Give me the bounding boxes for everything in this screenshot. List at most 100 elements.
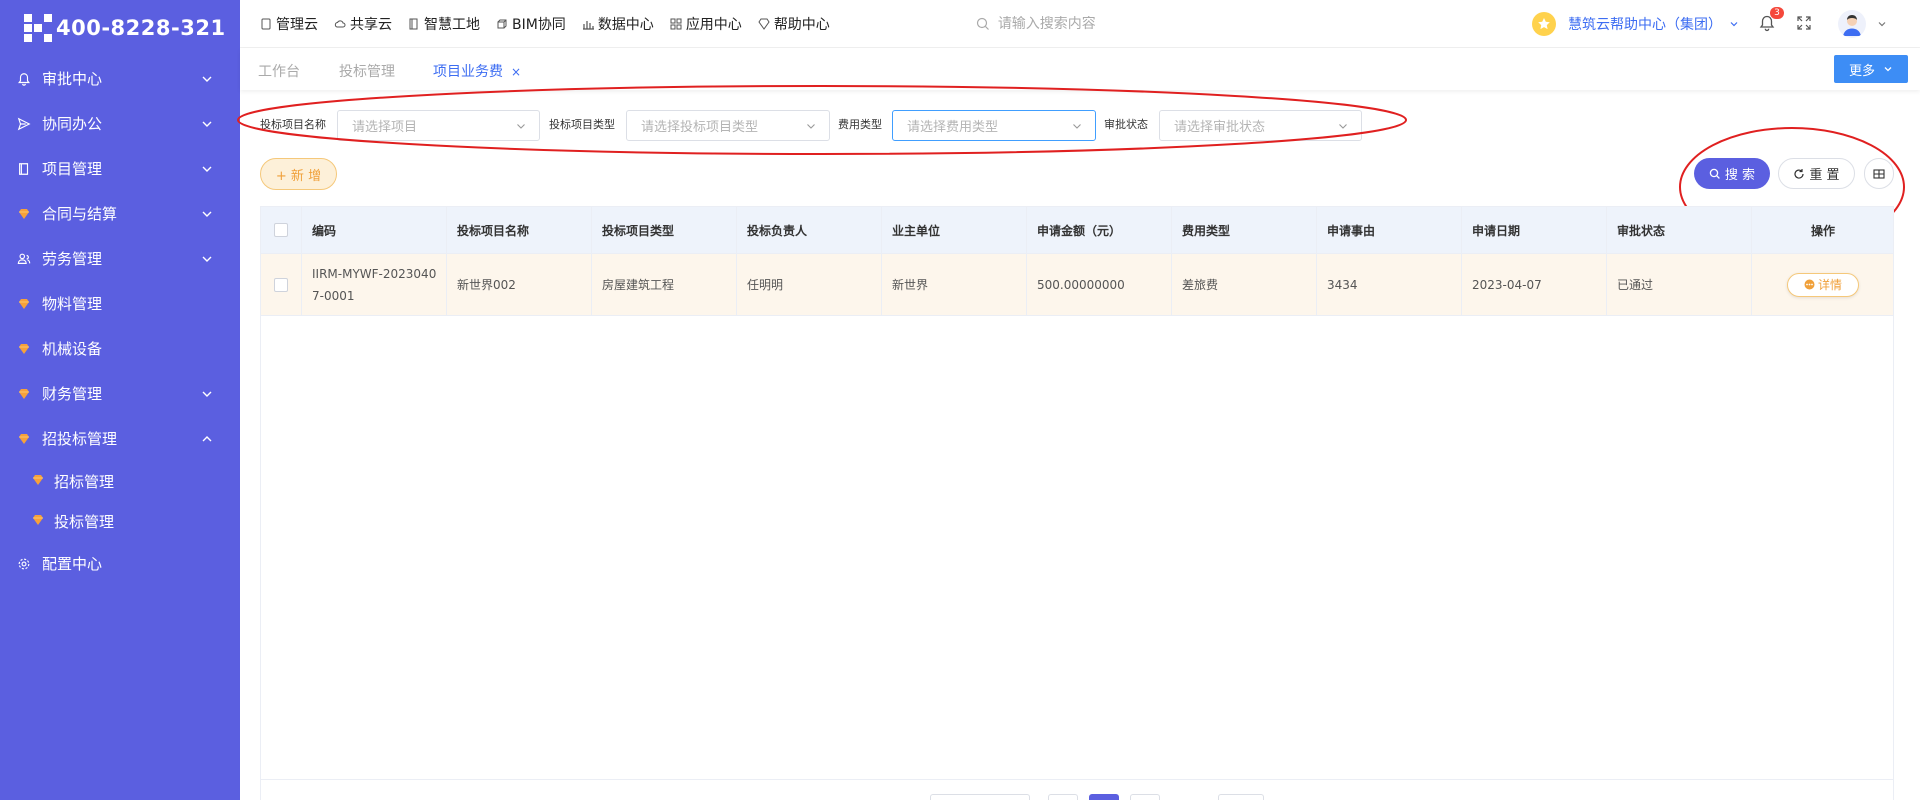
column-header[interactable]: 投标项目名称: [447, 207, 592, 253]
sidebar-item-collaboration[interactable]: 协同办公: [0, 101, 240, 146]
topnav-item-data-center[interactable]: 数据中心: [582, 14, 654, 34]
sidebar: 400-8228-321 审批中心 协同办公 项目管理 合同与结算 劳务管理 物…: [0, 0, 240, 800]
org-avatar-icon: [1532, 12, 1556, 36]
topnav-item-management-cloud[interactable]: 管理云: [260, 14, 318, 34]
top-nav: 管理云 共享云 智慧工地 BIM协同 数据中心 应用中心 帮助中心: [240, 14, 846, 34]
logo[interactable]: 400-8228-321: [0, 0, 240, 56]
sidebar-item-material-management[interactable]: 物料管理: [0, 281, 240, 326]
sidebar-item-labor-management[interactable]: 劳务管理: [0, 236, 240, 281]
add-button[interactable]: + 新 增: [260, 158, 337, 190]
gear-icon: [16, 556, 32, 572]
sidebar-item-label: 审批中心: [42, 70, 103, 88]
chevron-down-icon: [1884, 67, 1892, 72]
pagination-jump-input[interactable]: [1218, 794, 1264, 800]
cell-actions: 详情: [1752, 254, 1894, 315]
detail-button[interactable]: 详情: [1787, 272, 1859, 297]
search-icon: [1709, 168, 1720, 179]
sidebar-item-finance[interactable]: 财务管理: [0, 371, 240, 416]
user-avatar[interactable]: [1838, 10, 1866, 38]
cell-code: IIRM-MYWF-2023040 7-0001: [302, 254, 447, 315]
cube-icon: [497, 19, 507, 28]
column-header[interactable]: 编码: [302, 207, 447, 253]
column-header[interactable]: 申请事由: [1317, 207, 1462, 253]
column-header[interactable]: 费用类型: [1172, 207, 1317, 253]
chevron-down-icon: [202, 391, 212, 397]
cell-amount: 500.00000000: [1027, 254, 1172, 315]
pagination-page-current[interactable]: [1089, 794, 1119, 800]
topnav-item-label: BIM协同: [512, 16, 566, 33]
topnav-item-app-center[interactable]: 应用中心: [670, 14, 742, 34]
sidebar-item-label: 物料管理: [42, 295, 103, 313]
column-header[interactable]: 审批状态: [1607, 207, 1752, 253]
column-header[interactable]: 申请金额（元）: [1027, 207, 1172, 253]
column-header[interactable]: 业主单位: [882, 207, 1027, 253]
reset-button[interactable]: 重 置: [1778, 158, 1855, 189]
more-button-label: 更多: [1848, 63, 1875, 79]
book-icon: [409, 18, 418, 29]
chevron-down-icon[interactable]: [1876, 18, 1888, 30]
global-search: [976, 15, 1396, 32]
topnav-item-smart-site[interactable]: 智慧工地: [408, 14, 480, 34]
more-button[interactable]: 更多: [1834, 55, 1908, 83]
filter-select-approval-status[interactable]: 请选择审批状态: [1159, 110, 1362, 141]
topnav-item-label: 帮助中心: [773, 16, 830, 33]
tab-project-business-fee[interactable]: 项目业务费 ×: [433, 61, 521, 81]
sidebar-item-machinery[interactable]: 机械设备: [0, 326, 240, 371]
column-header[interactable]: 申请日期: [1462, 207, 1607, 253]
row-checkbox-cell: [261, 254, 302, 315]
topnav-item-label: 共享云: [350, 16, 392, 33]
select-all-checkbox[interactable]: [274, 223, 288, 237]
search-button[interactable]: 搜 索: [1694, 158, 1770, 189]
pagination-next-button[interactable]: [1130, 794, 1160, 800]
sidebar-item-label: 财务管理: [42, 385, 103, 403]
chevron-down-icon: [202, 76, 212, 82]
tab-label: 项目业务费: [433, 64, 503, 80]
gem-icon: [32, 474, 46, 488]
topnav-item-bim[interactable]: BIM协同: [496, 14, 566, 34]
sidebar-subitem-tender[interactable]: 招标管理: [0, 461, 240, 501]
sidebar-item-label: 项目管理: [42, 160, 103, 178]
sidebar-item-bidding[interactable]: 招投标管理: [0, 416, 240, 461]
search-button-label: 搜 索: [1724, 168, 1756, 183]
filter-label-project-name: 投标项目名称: [260, 118, 326, 131]
gem-icon: [32, 514, 46, 528]
topnav-item-help-center[interactable]: 帮助中心: [758, 14, 830, 34]
sidebar-item-project-management[interactable]: 项目管理: [0, 146, 240, 191]
book-icon: [16, 161, 32, 177]
tab-bid-management[interactable]: 投标管理: [339, 61, 395, 81]
sidebar-item-approval-center[interactable]: 审批中心: [0, 56, 240, 101]
org-switcher[interactable]: 慧筑云帮助中心（集团）: [1532, 12, 1740, 36]
table-header: 编码 投标项目名称 投标项目类型 投标负责人 业主单位 申请金额（元） 费用类型…: [261, 207, 1893, 254]
sidebar-item-contract-settlement[interactable]: 合同与结算: [0, 191, 240, 236]
column-settings-button[interactable]: [1864, 158, 1894, 189]
topnav-item-label: 应用中心: [685, 16, 742, 33]
chevron-down-icon: [202, 256, 212, 262]
chevron-down-icon: [202, 166, 212, 172]
table-row[interactable]: IIRM-MYWF-2023040 7-0001 新世界002 房屋建筑工程 任…: [261, 254, 1893, 316]
filter-select-project-name[interactable]: 请选择项目: [337, 110, 540, 141]
filter-select-project-type[interactable]: 请选择投标项目类型: [626, 110, 830, 141]
sidebar-subitem-bid[interactable]: 投标管理: [0, 501, 240, 541]
global-search-input[interactable]: [997, 15, 1358, 32]
sidebar-item-label: 合同与结算: [42, 205, 118, 223]
diamond-icon: [758, 18, 770, 30]
chevron-down-icon: [202, 211, 212, 217]
filter-select-fee-type[interactable]: 请选择费用类型: [892, 110, 1096, 141]
row-checkbox[interactable]: [274, 277, 288, 292]
filter-label-fee-type: 费用类型: [838, 118, 882, 131]
sidebar-item-config-center[interactable]: 配置中心: [0, 541, 240, 586]
chevron-down-icon: [1730, 22, 1738, 27]
topnav-item-label: 数据中心: [597, 16, 654, 33]
column-header: 操作: [1810, 223, 1835, 238]
gem-icon: [16, 206, 32, 222]
header-checkbox-cell: [261, 207, 302, 253]
column-header[interactable]: 投标负责人: [737, 207, 882, 253]
pagination-prev-button[interactable]: [1048, 794, 1078, 800]
tab-close-icon[interactable]: ×: [511, 65, 521, 79]
topnav-item-shared-cloud[interactable]: 共享云: [334, 14, 392, 34]
bar-chart-icon: [582, 20, 594, 30]
fullscreen-icon[interactable]: [1796, 15, 1812, 31]
select-placeholder: 请选择投标项目类型: [641, 120, 759, 135]
column-header[interactable]: 投标项目类型: [592, 207, 737, 253]
tab-workbench[interactable]: 工作台: [258, 61, 300, 81]
